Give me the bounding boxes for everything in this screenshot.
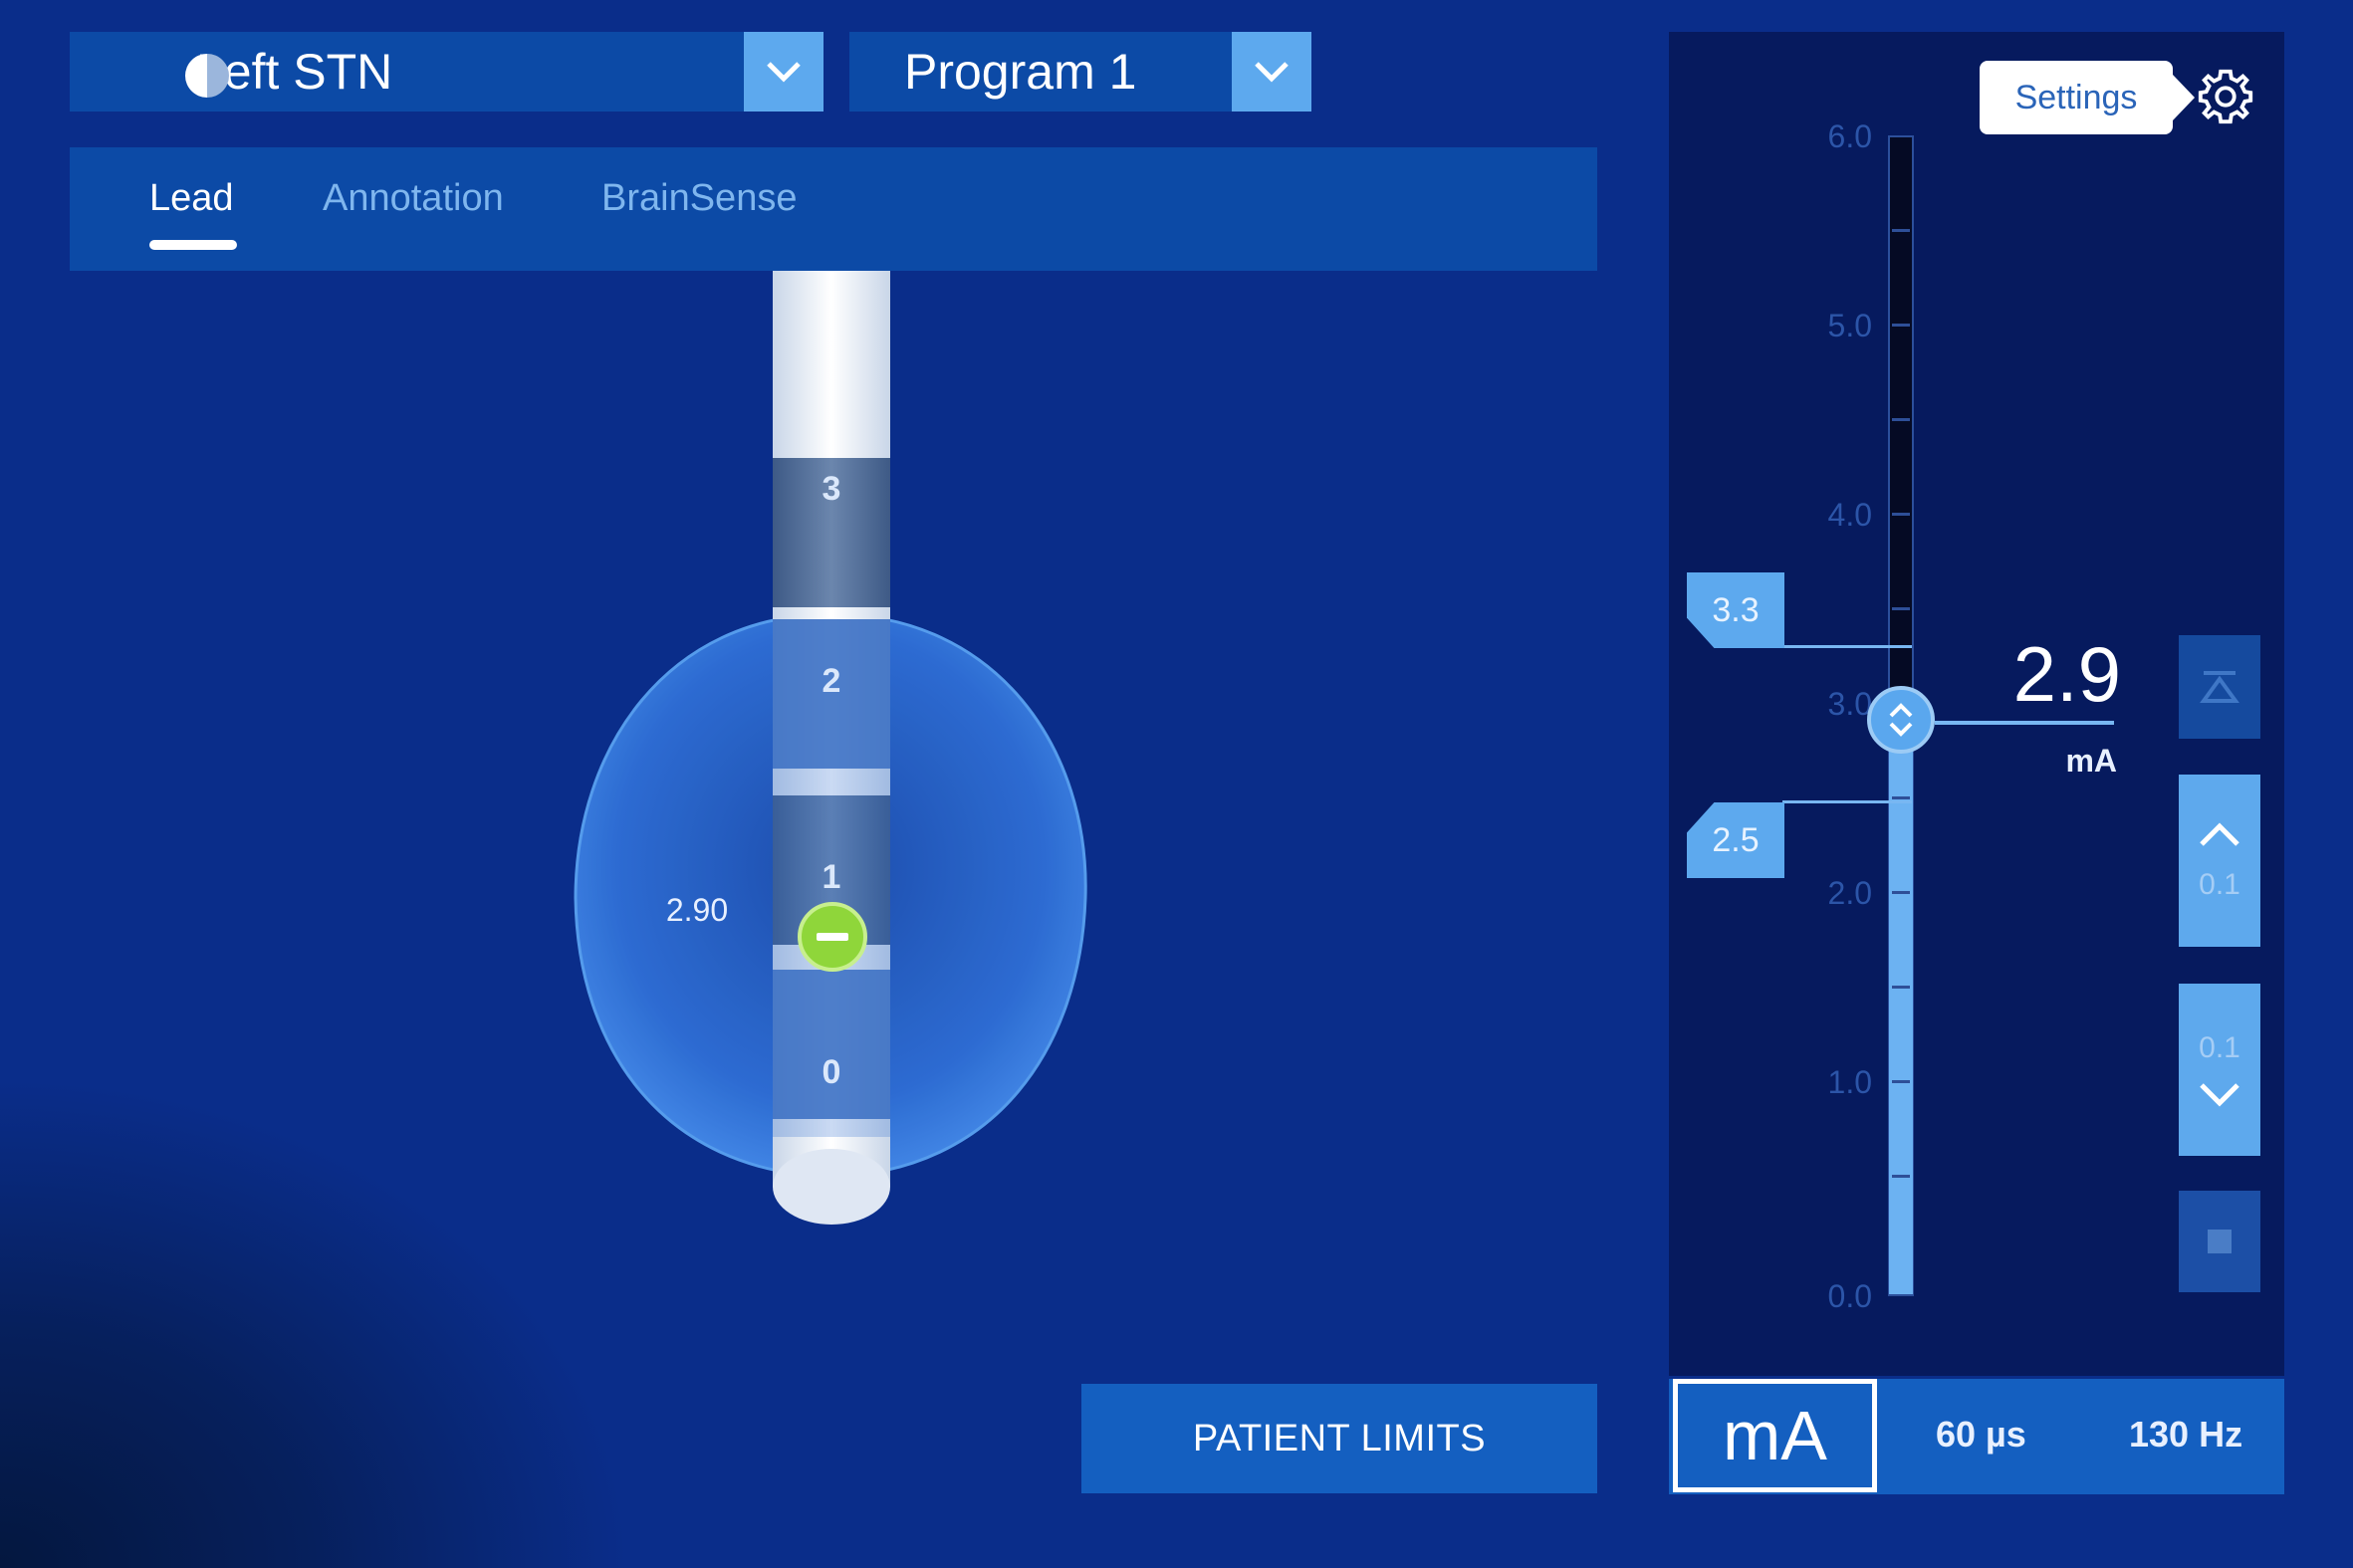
contact-label-3: 3 [822,470,841,508]
upper-limit-value: 3.3 [1712,590,1760,629]
amplitude-slider-fill [1889,736,1913,1294]
scale-tick-2: 2.0 [1827,875,1872,911]
tab-bar: Lead Annotation BrainSense [70,147,1597,271]
upper-limit-line [1782,645,1912,648]
lead-graphic [574,271,1087,1225]
tab-brainsense[interactable]: BrainSense [601,177,797,220]
chevron-up-icon [2200,821,2239,846]
scale-gridline [1892,1175,1910,1178]
scale-tick-5: 5.0 [1827,308,1872,343]
up-down-arrows-icon [1889,703,1913,737]
increase-step: 0.1 [2199,867,2240,901]
amplitude-slider-thumb[interactable] [1867,686,1935,754]
stop-button[interactable] [2179,1191,2260,1292]
scale-gridline [1892,324,1910,327]
scale-gridline [1892,229,1910,232]
half-circle-icon [185,54,229,98]
scale-tick-6: 6.0 [1827,118,1872,154]
pulse-width-button[interactable]: 60 µs [1936,1414,2026,1456]
amplitude-unit-button[interactable]: mA [1673,1379,1877,1492]
scale-gridline [1892,418,1910,421]
decrease-step: 0.1 [2199,1030,2240,1064]
contact-label-0: 0 [822,1053,841,1091]
tab-lead[interactable]: Lead [149,177,234,220]
lead-tip [773,1149,890,1225]
scale-tick-3: 3.0 [1827,686,1872,722]
jump-to-top-icon [2200,671,2239,703]
scale-tick-4: 4.0 [1827,497,1872,533]
lead-visualization: 3 2 1 0 2.90 [0,271,1673,1266]
active-tab-indicator [149,240,237,250]
scale-tick-0: 0.0 [1827,1278,1872,1314]
jump-to-max-button[interactable] [2179,635,2260,739]
patient-limits-button[interactable]: PATIENT LIMITS [1081,1384,1597,1493]
amplitude-value: 2.9 [2012,630,2121,718]
program-label: Program 1 [904,44,1137,100]
scale-tick-1: 1.0 [1827,1064,1872,1100]
contact-label-2: 2 [822,662,841,700]
lower-limit-line [1782,800,1912,803]
field-amplitude-label: 2.90 [665,892,729,928]
settings-tooltip: Settings [1980,61,2195,134]
hemisphere-dropdown-button[interactable] [744,32,824,112]
scale-gridline [1892,607,1910,610]
gear-icon[interactable] [2195,66,2256,127]
stop-icon [2208,1230,2232,1253]
contact-label-1: 1 [822,858,841,896]
scale-gridline [1892,891,1910,894]
scale-gridline [1892,796,1910,799]
tab-annotation[interactable]: Annotation [323,177,504,220]
scale-gridline [1892,986,1910,989]
scale-gridline [1892,513,1910,516]
value-pointer-line [1935,721,2114,725]
program-selector[interactable]: Program 1 [849,32,1311,112]
program-dropdown-button[interactable] [1232,32,1311,112]
amplitude-unit: mA [2065,743,2117,779]
scale-gridline [1892,1080,1910,1083]
frequency-button[interactable]: 130 Hz [2129,1414,2242,1456]
increase-button[interactable]: 0.1 [2179,775,2260,947]
decrease-button[interactable]: 0.1 [2179,984,2260,1156]
hemisphere-selector[interactable]: Left STN [70,32,824,112]
chevron-down-icon [767,62,801,83]
lower-limit-value: 2.5 [1712,820,1760,859]
chevron-down-icon [1255,62,1289,83]
chevron-down-icon [2200,1082,2239,1107]
